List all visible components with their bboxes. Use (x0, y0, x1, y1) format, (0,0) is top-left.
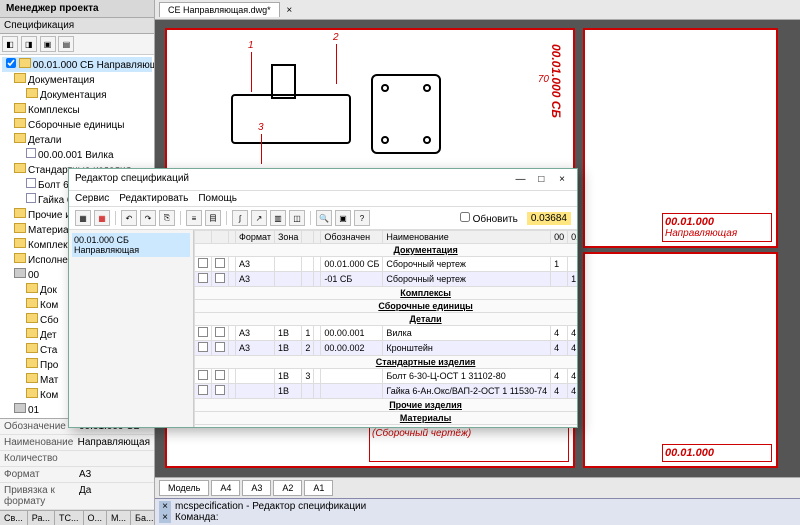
bottom-tab[interactable]: Св... (0, 511, 28, 525)
dialog-titlebar[interactable]: Редактор спецификаций — □ × (69, 169, 577, 191)
tool-icon[interactable]: ▦ (75, 210, 91, 226)
callout-1 (251, 52, 252, 92)
table-row[interactable]: А31В100.00.001Вилка44444 (195, 326, 578, 341)
tree-node[interactable]: Документация (2, 72, 152, 87)
column-header[interactable]: 00 (551, 231, 568, 244)
tool-icon[interactable]: ≡ (186, 210, 202, 226)
close-cmd-icon[interactable]: × (159, 512, 171, 523)
tool-icon[interactable]: ◨ (21, 36, 37, 52)
maximize-icon[interactable]: □ (532, 173, 550, 186)
column-header[interactable]: Формат (236, 231, 275, 244)
tool-icon[interactable]: 目 (205, 210, 221, 226)
panel-title: Менеджер проекта (0, 0, 154, 18)
layout-tab[interactable]: Модель (159, 480, 209, 496)
tree-node[interactable]: Сборочные единицы (2, 117, 152, 132)
tool-icon[interactable]: ▣ (335, 210, 351, 226)
tool-icon[interactable]: ↶ (121, 210, 137, 226)
property-row: НаименованиеНаправляющая (0, 435, 154, 451)
layout-tab[interactable]: A4 (211, 480, 240, 496)
tool-icon[interactable]: ▥ (270, 210, 286, 226)
layout-tab[interactable]: A3 (242, 480, 271, 496)
tool-icon[interactable]: ⎘ (159, 210, 175, 226)
close-cmd-icon[interactable]: × (159, 501, 171, 512)
property-row: ФорматА3 (0, 467, 154, 483)
column-header[interactable] (195, 231, 212, 244)
tree-node[interactable]: Детали (2, 132, 152, 147)
refresh-checkbox[interactable]: Обновить (460, 212, 518, 225)
column-header[interactable]: Обозначен (321, 231, 383, 244)
tree-node[interactable]: Комплексы (2, 102, 152, 117)
table-row[interactable]: А31В200.00.002Кронштейн44444 (195, 341, 578, 356)
dimension: 70 (538, 74, 549, 85)
table-row[interactable]: 1ВГайка 6-Ан.Окс/ВАП-2-ОСТ 1 11530-74444… (195, 384, 578, 399)
bottom-tab[interactable]: М... (107, 511, 131, 525)
tree-node[interactable]: 00.00.001 Вилка (2, 147, 152, 162)
column-header[interactable]: Наименование (383, 231, 551, 244)
close-icon[interactable]: × (553, 173, 571, 186)
document-tabs: СЕ Направляющая.dwg* × (155, 0, 800, 20)
spec-tab[interactable]: Спецификация (0, 18, 154, 34)
bottom-tabs: Св...Ра...ТС...О...М...Ба...Ит... (0, 510, 154, 525)
tree-toolbar: ◧ ◨ ▣ ▤ (0, 34, 154, 55)
title-block-r1: 00.01.000 Направляющая (662, 213, 772, 242)
menu-item[interactable]: Редактировать (119, 193, 188, 204)
sheet-spec-1: 00.01.000 Направляющая (583, 28, 778, 248)
root-checkbox[interactable] (6, 58, 16, 68)
column-header[interactable]: Зона (274, 231, 301, 244)
layout-tab[interactable]: A2 (273, 480, 302, 496)
property-row: Привязка к форматуДа (0, 483, 154, 510)
callout-3 (261, 134, 262, 164)
tree-node[interactable]: Документация (2, 87, 152, 102)
bottom-tab[interactable]: О... (84, 511, 108, 525)
spec-table[interactable]: ФорматЗонаОбозначенНаименование000100304… (194, 230, 577, 427)
doc-tab[interactable]: СЕ Направляющая.dwg* (159, 2, 280, 17)
tool-icon[interactable]: ↷ (140, 210, 156, 226)
tool-icon[interactable]: ∫ (232, 210, 248, 226)
minimize-icon[interactable]: — (511, 173, 529, 186)
bottom-tab[interactable]: ТС... (55, 511, 84, 525)
dialog-tree[interactable]: 00.01.000 СБ Направляющая (69, 230, 194, 427)
property-row: Количество (0, 451, 154, 467)
properties-panel: Обозначение00.01.000 СБНаименованиеНапра… (0, 418, 154, 510)
help-icon[interactable]: ? (354, 210, 370, 226)
dialog-menu: Сервис Редактировать Помощь (69, 191, 577, 206)
spec-editor-dialog: Редактор спецификаций — □ × Сервис Редакт… (68, 168, 578, 428)
close-tab-icon[interactable]: × (286, 5, 292, 16)
sheet-spec-2: 00.01.000 (583, 252, 778, 468)
column-header[interactable]: 01 (568, 231, 577, 244)
tool-icon[interactable]: ◧ (2, 36, 18, 52)
column-header[interactable] (229, 231, 236, 244)
time-badge: 0.03684 (527, 212, 571, 225)
column-header[interactable] (314, 231, 321, 244)
menu-item[interactable]: Сервис (75, 193, 109, 204)
command-line[interactable]: ×mcspecification - Редактор спецификации… (155, 498, 800, 525)
title-vertical: 00.01.000 СБ (549, 44, 563, 118)
table-row[interactable]: 1В3Болт 6-30-Ц-ОСТ 1 31102-8044444 (195, 369, 578, 384)
tool-icon[interactable]: ▣ (40, 36, 56, 52)
table-row[interactable]: А300.01.000 СБСборочный чертеж111 (195, 257, 578, 272)
menu-item[interactable]: Помощь (198, 193, 237, 204)
layout-tab[interactable]: A1 (304, 480, 333, 496)
dialog-title: Редактор спецификаций (75, 173, 189, 186)
tool-icon[interactable]: ▤ (58, 36, 74, 52)
layout-tabs: МодельA4A3A2A1 (155, 477, 800, 498)
dialog-tree-node[interactable]: 00.01.000 СБ Направляющая (72, 233, 190, 257)
title-block-r2: 00.01.000 (662, 444, 772, 462)
search-icon[interactable]: 🔍 (316, 210, 332, 226)
table-row[interactable]: А3-01 СБСборочный чертеж11 (195, 272, 578, 287)
callout-2 (336, 44, 337, 84)
column-header[interactable] (302, 231, 314, 244)
dialog-toolbar: ▦ ▦ ↶ ↷ ⎘ ≡ 目 ∫ ↗ ▥ ◫ 🔍 ▣ ? Обновить 0.0… (69, 206, 577, 230)
tool-icon[interactable]: ↗ (251, 210, 267, 226)
tool-icon[interactable]: ◫ (289, 210, 305, 226)
tool-icon[interactable]: ▦ (94, 210, 110, 226)
column-header[interactable] (212, 231, 229, 244)
tree-root[interactable]: 00.01.000 СБ Направляющая (2, 57, 152, 72)
bottom-tab[interactable]: Ра... (28, 511, 55, 525)
